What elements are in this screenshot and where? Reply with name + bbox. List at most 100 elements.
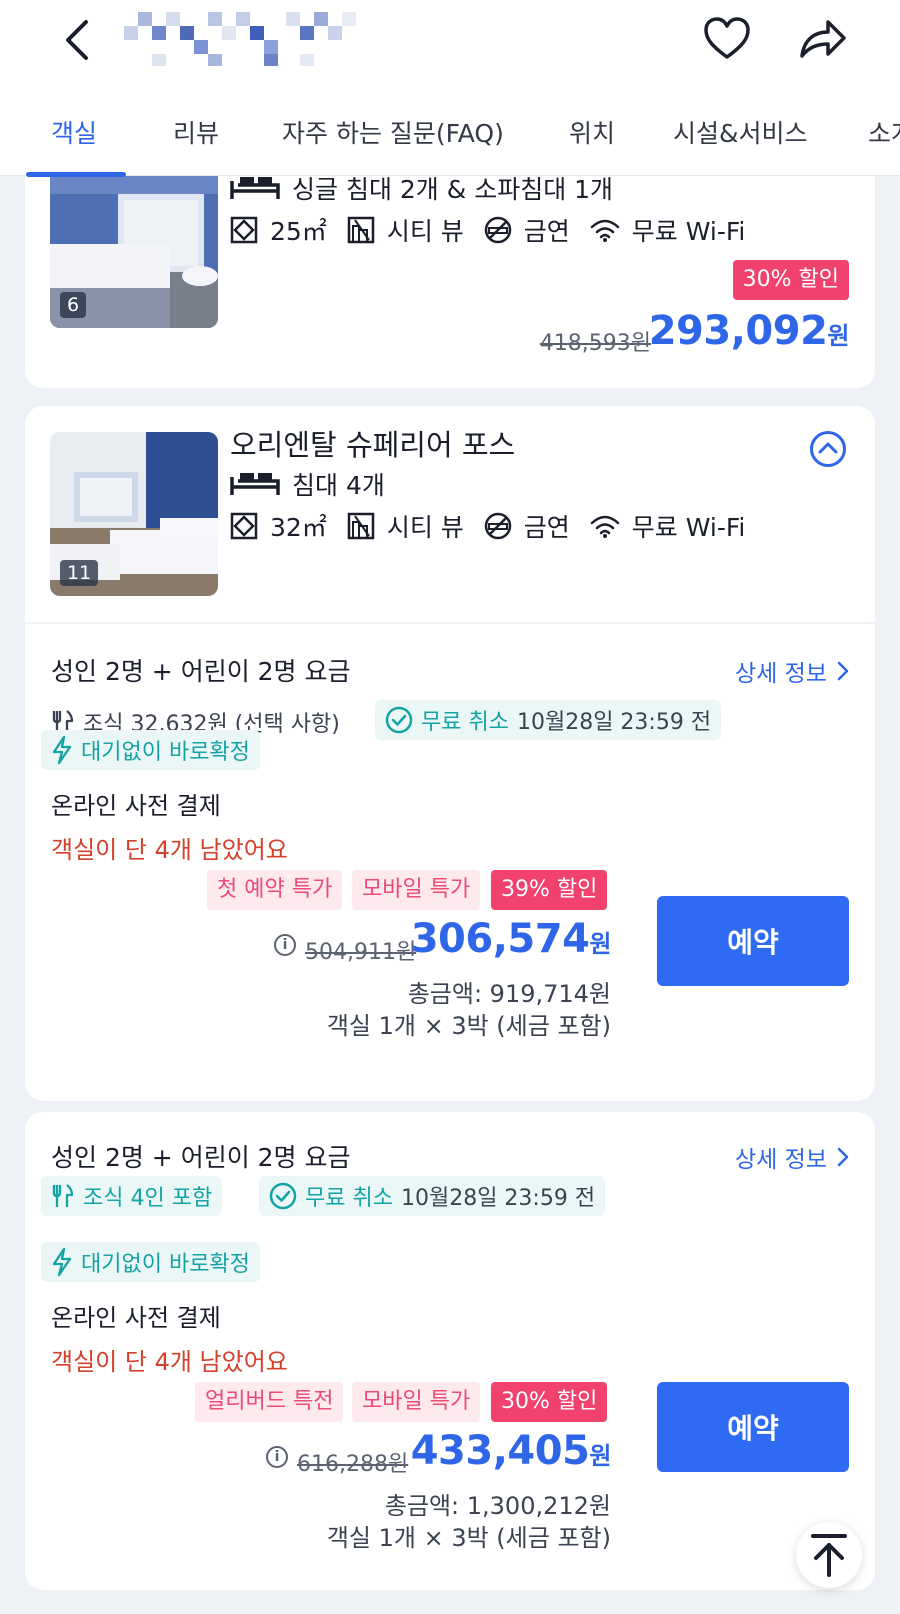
room-name: 오리엔탈 슈페리어 포스 — [230, 428, 516, 462]
tab-facilities[interactable]: 시설&서비스 — [673, 114, 808, 150]
area-icon — [230, 216, 258, 244]
cancel-deadline: 10월28일 23:59 전 — [400, 1186, 596, 1211]
room-features: 32㎡ 시티 뷰 금연 무료 Wi-Fi — [230, 508, 745, 544]
tab-about[interactable]: 소개 — [868, 114, 900, 150]
section-tabs: 객실 리뷰 자주 하는 질문(FAQ) 위치 시설&서비스 소개 — [0, 108, 900, 177]
photo-count: 6 — [60, 292, 87, 318]
tab-reviews[interactable]: 리뷰 — [173, 114, 219, 150]
payment-type: 온라인 사전 결제 — [51, 792, 221, 820]
bed-icon — [230, 473, 280, 495]
rate-option: 성인 2명 + 어린이 2명 요금 상세 정보 조식 32,632원 (선택 사… — [25, 624, 875, 1101]
price-value: 306,574 — [410, 916, 590, 962]
top-header: 객실 리뷰 자주 하는 질문(FAQ) 위치 시설&서비스 소개 — [0, 0, 900, 177]
check-circle-icon — [385, 706, 413, 734]
info-icon[interactable]: i — [266, 1446, 288, 1468]
city-view-icon — [347, 216, 375, 244]
rate-title: 성인 2명 + 어린이 2명 요금 — [51, 1143, 351, 1172]
room-size: 32㎡ — [270, 513, 327, 542]
promo-badge: 첫 예약 특가 — [207, 870, 343, 910]
room-price: 293,092원 — [648, 308, 850, 354]
discount-badge: 30% 할인 — [732, 260, 849, 300]
bed-icon — [230, 177, 280, 199]
smoking-policy: 금연 — [523, 217, 570, 246]
promo-badge: 얼리버드 특전 — [195, 1382, 344, 1422]
heart-icon — [704, 17, 750, 59]
reserve-button[interactable]: 예약 — [657, 1382, 849, 1472]
instant-confirm-chip: 대기없이 바로확정 — [41, 730, 260, 770]
original-price: 504,911원 — [305, 940, 417, 965]
free-cancel-label: 무료 취소 — [305, 1186, 393, 1211]
price-value: 433,405 — [410, 1428, 590, 1474]
original-price: 418,593원 — [539, 331, 651, 356]
rooms-left-warning: 객실이 단 4개 남았어요 — [51, 1348, 288, 1376]
currency: 원 — [827, 322, 849, 350]
check-circle-icon — [269, 1182, 297, 1210]
detail-info-link[interactable]: 상세 정보 — [735, 654, 849, 688]
instant-confirm-text: 대기없이 바로확정 — [81, 1252, 250, 1277]
original-price: 616,288원 — [297, 1452, 409, 1477]
no-smoking-icon — [484, 216, 512, 244]
promo-badge: 모바일 특가 — [352, 1382, 481, 1422]
total-amount: 총금액: 919,714원 — [407, 980, 611, 1008]
area-icon — [230, 512, 258, 540]
rooms-left-warning: 객실이 단 4개 남았어요 — [51, 836, 288, 864]
active-tab-indicator — [26, 172, 126, 177]
total-note: 객실 1개 × 3박 (세금 포함) — [326, 1524, 611, 1552]
room-photo[interactable]: 6 — [50, 164, 218, 328]
breakfast-icon — [52, 1184, 74, 1207]
rate-price: 433,405원 — [410, 1428, 612, 1474]
share-button[interactable] — [796, 14, 848, 64]
promo-badge: 모바일 특가 — [352, 870, 481, 910]
reserve-button[interactable]: 예약 — [657, 896, 849, 986]
rate-option: 성인 2명 + 어린이 2명 요금 상세 정보 조식 4인 포함 무료 취소 1… — [25, 1112, 875, 1590]
tab-location[interactable]: 위치 — [569, 114, 615, 150]
lightning-icon — [52, 1247, 72, 1277]
breakfast-text: 조식 4인 포함 — [83, 1186, 213, 1211]
back-arrow-icon — [66, 20, 88, 60]
instant-confirm-text: 대기없이 바로확정 — [81, 740, 250, 765]
tab-rooms[interactable]: 객실 — [51, 114, 97, 150]
share-icon — [800, 20, 846, 58]
room-features: 25㎡ 시티 뷰 금연 무료 Wi-Fi — [230, 212, 745, 248]
total-amount: 총금액: 1,300,212원 — [384, 1492, 611, 1520]
wifi-icon — [590, 515, 620, 538]
free-cancel-chip: 무료 취소 10월28일 23:59 전 — [375, 700, 722, 740]
breakfast-chip: 조식 4인 포함 — [41, 1176, 223, 1216]
wifi-text: 무료 Wi-Fi — [631, 513, 746, 542]
room-photo[interactable]: 11 — [50, 432, 218, 596]
back-button[interactable] — [58, 16, 102, 64]
tab-faq[interactable]: 자주 하는 질문(FAQ) — [282, 114, 504, 150]
instant-confirm-chip: 대기없이 바로확정 — [41, 1242, 260, 1282]
free-cancel-chip: 무료 취소 10월28일 23:59 전 — [259, 1176, 606, 1216]
room-view: 시티 뷰 — [386, 513, 464, 542]
info-icon[interactable]: i — [274, 934, 296, 956]
chevron-right-icon — [837, 1147, 849, 1167]
city-view-icon — [347, 512, 375, 540]
room-card: 11 오리엔탈 슈페리어 포스 침대 4개 32㎡ 시티 뷰 금연 무료 Wi-… — [25, 406, 875, 624]
room-card: 6 싱글 침대 2개 & 소파침대 1개 25㎡ 시티 뷰 금연 무료 Wi-F… — [25, 150, 875, 388]
total-note: 객실 1개 × 3박 (세금 포함) — [326, 1012, 611, 1040]
chevron-up-icon[interactable] — [809, 430, 847, 468]
discount-badge: 30% 할인 — [491, 1382, 608, 1422]
detail-link-label: 상세 정보 — [735, 661, 827, 687]
detail-link-label: 상세 정보 — [735, 1147, 827, 1173]
wifi-icon — [590, 219, 620, 242]
favorite-button[interactable] — [702, 14, 752, 64]
cancel-deadline: 10월28일 23:59 전 — [516, 710, 712, 735]
photo-count: 11 — [60, 560, 99, 586]
scroll-to-top-button[interactable] — [796, 1522, 862, 1588]
detail-info-link[interactable]: 상세 정보 — [735, 1140, 849, 1174]
discount-badge: 39% 할인 — [491, 870, 608, 910]
smoking-policy: 금연 — [523, 513, 570, 542]
rate-title: 성인 2명 + 어린이 2명 요금 — [51, 657, 351, 686]
no-smoking-icon — [484, 512, 512, 540]
bed-text: 침대 4개 — [292, 471, 385, 500]
currency: 원 — [589, 930, 611, 958]
payment-type: 온라인 사전 결제 — [51, 1304, 221, 1332]
room-size: 25㎡ — [270, 217, 327, 246]
room-view: 시티 뷰 — [386, 217, 464, 246]
scroll-to-top-icon — [811, 1534, 847, 1577]
bed-info: 침대 4개 — [230, 466, 385, 502]
price-value: 293,092 — [648, 308, 828, 354]
rate-price: 306,574원 — [410, 916, 612, 962]
